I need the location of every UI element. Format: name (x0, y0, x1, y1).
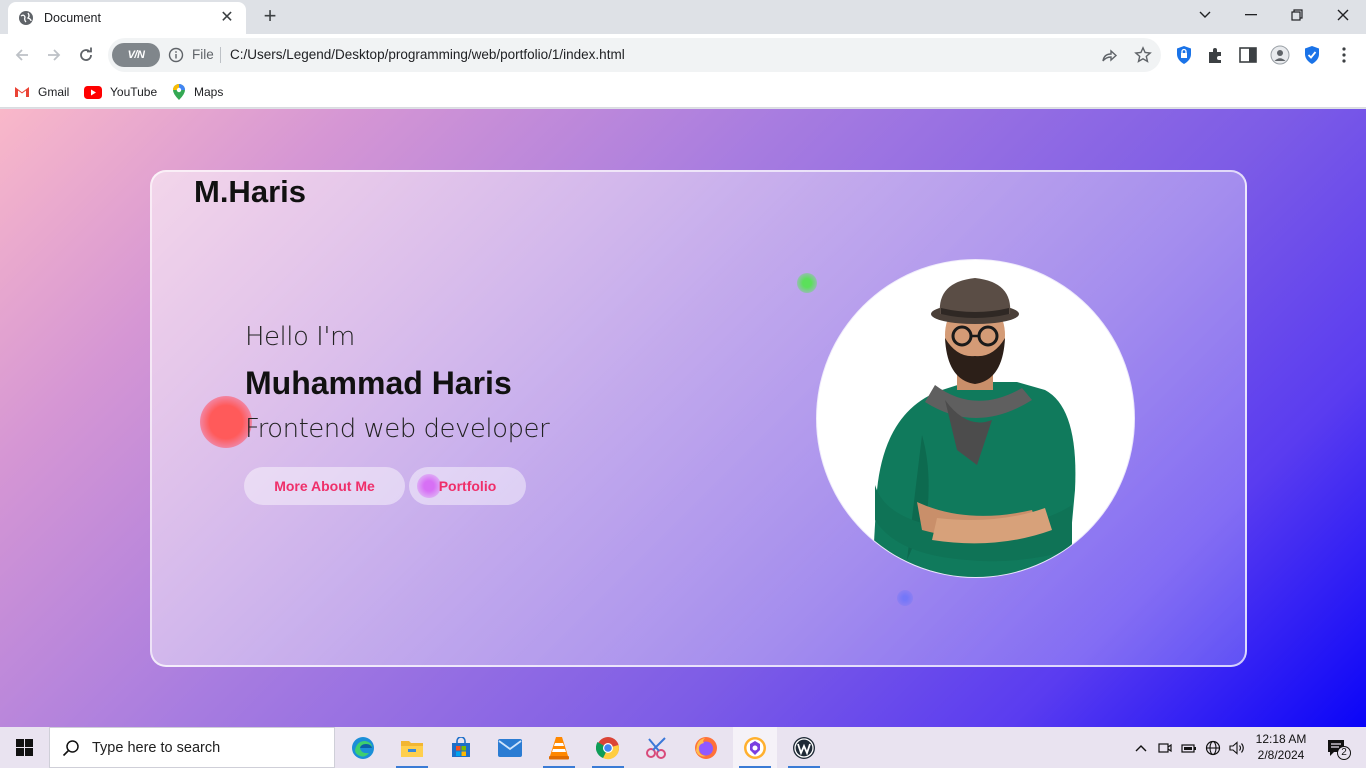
brave-icon[interactable] (733, 727, 777, 768)
edge-icon[interactable] (341, 727, 385, 768)
windows-start-icon[interactable] (0, 727, 48, 768)
bookmark-label: YouTube (110, 85, 158, 99)
firefox-icon[interactable] (684, 727, 728, 768)
address-bar[interactable]: V/N File C:/Users/Legend/Desktop/program… (108, 38, 1161, 72)
bookmark-star-icon[interactable] (1134, 46, 1152, 64)
network-globe-icon[interactable] (1204, 727, 1222, 768)
gmail-icon (15, 87, 29, 97)
youtube-icon (84, 85, 102, 99)
forward-arrow-icon (48, 49, 61, 61)
vpn-badge[interactable]: V/N (112, 43, 160, 67)
info-icon[interactable] (168, 47, 184, 63)
developer-role: Frontend web developer (245, 414, 550, 444)
tab-title: Document (44, 11, 101, 25)
security-shield-icon[interactable] (1302, 45, 1322, 65)
portfolio-page: M.Haris Hello I'm Muhammad Haris Fronten… (0, 109, 1366, 727)
minimize-icon[interactable] (1228, 0, 1274, 30)
chevron-up-icon[interactable] (1132, 727, 1150, 768)
meet-now-icon[interactable] (1156, 727, 1174, 768)
developer-name: Muhammad Haris (245, 365, 512, 401)
hero-card: M.Haris Hello I'm Muhammad Haris Fronten… (150, 170, 1247, 667)
restore-icon[interactable] (1274, 0, 1320, 30)
purple-dot-decoration (417, 474, 441, 498)
tab-document[interactable]: Document ✕ (8, 2, 246, 34)
green-dot-decoration (797, 273, 817, 293)
greeting-text: Hello I'm (245, 322, 355, 352)
site-logo[interactable]: M.Haris (194, 174, 306, 210)
forward-button[interactable] (40, 41, 68, 69)
menu-kebab-icon[interactable] (1334, 45, 1354, 65)
notification-center-icon[interactable]: 2 (1320, 727, 1354, 768)
search-placeholder: Type here to search (92, 739, 221, 756)
reload-button[interactable] (72, 41, 100, 69)
back-button[interactable] (8, 41, 36, 69)
file-explorer-icon[interactable] (390, 727, 434, 768)
bookmark-youtube[interactable]: YouTube (84, 82, 157, 102)
bookmark-maps[interactable]: Maps (172, 82, 223, 102)
browser-toolbar: V/N File C:/Users/Legend/Desktop/program… (0, 34, 1366, 76)
share-icon[interactable] (1100, 46, 1118, 64)
tab-strip: Document ✕ + (0, 0, 1366, 34)
battery-icon[interactable] (1180, 727, 1198, 768)
maps-icon (173, 84, 185, 100)
snipping-tool-icon[interactable] (635, 727, 679, 768)
store-icon[interactable] (439, 727, 483, 768)
windows-taskbar: Type here to search 12:18 AM 2/8/2024 2 (0, 727, 1366, 768)
vlc-icon[interactable] (537, 727, 581, 768)
portfolio-button[interactable]: Portfolio (409, 467, 526, 505)
bookmarks-bar: Gmail YouTube Maps (0, 76, 1366, 108)
notification-count-badge: 2 (1337, 746, 1351, 760)
portfolio-button-label: Portfolio (438, 478, 497, 494)
bookmark-label: Gmail (38, 85, 70, 99)
file-scheme-label: File (192, 47, 214, 62)
address-separator (220, 47, 221, 63)
system-clock[interactable]: 12:18 AM 2/8/2024 (1250, 731, 1312, 763)
blue-dot-decoration (897, 590, 913, 606)
mail-icon[interactable] (488, 727, 532, 768)
globe-icon (18, 10, 34, 26)
profile-photo (817, 260, 1134, 577)
profile-avatar-icon[interactable] (1270, 45, 1290, 65)
new-tab-button[interactable]: + (258, 5, 282, 29)
side-panel-icon[interactable] (1238, 45, 1258, 65)
extensions-puzzle-icon[interactable] (1206, 45, 1226, 65)
clock-date: 2/8/2024 (1257, 748, 1305, 762)
reload-icon (80, 47, 92, 61)
bitwarden-shield-icon[interactable] (1174, 45, 1194, 65)
back-arrow-icon (15, 49, 28, 61)
search-icon (62, 739, 79, 756)
close-tab-icon[interactable]: ✕ (218, 9, 236, 27)
taskbar-search-box[interactable]: Type here to search (49, 727, 335, 768)
bookmark-label: Maps (194, 85, 224, 99)
clock-time: 12:18 AM (1255, 732, 1307, 746)
url-text[interactable]: C:/Users/Legend/Desktop/programming/web/… (230, 47, 625, 62)
chevron-down-icon[interactable] (1182, 0, 1228, 30)
wordpress-icon[interactable] (782, 727, 826, 768)
close-window-icon[interactable] (1320, 0, 1366, 30)
bookmark-gmail[interactable]: Gmail (14, 82, 69, 102)
chrome-icon[interactable] (586, 727, 630, 768)
volume-icon[interactable] (1228, 727, 1246, 768)
more-about-me-button[interactable]: More About Me (244, 467, 405, 505)
